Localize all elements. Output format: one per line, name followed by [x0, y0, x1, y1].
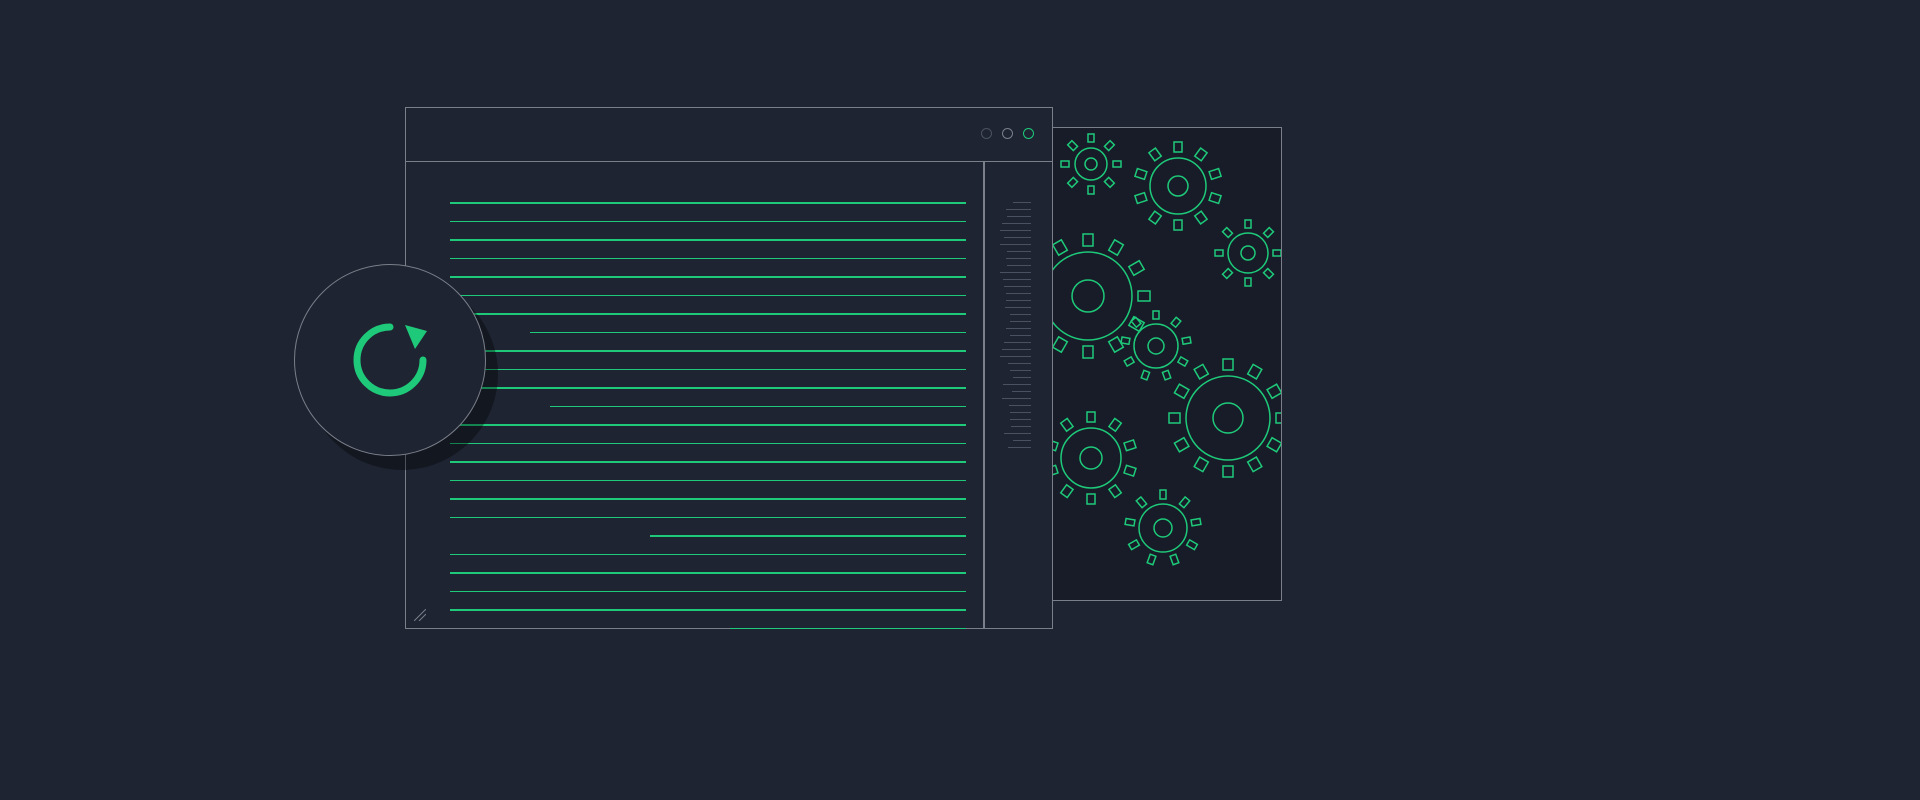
gear-icon	[1169, 359, 1282, 477]
gear-panel	[1052, 127, 1282, 601]
gear-icon	[1135, 142, 1221, 230]
code-lines	[450, 202, 966, 646]
window-control-icon	[1002, 128, 1013, 139]
gear-icon	[1061, 134, 1121, 194]
resize-handle-icon	[414, 608, 426, 620]
gear-icon	[1125, 490, 1201, 565]
gear-icon	[1121, 311, 1191, 380]
gear-icon	[1215, 220, 1281, 286]
code-editor-window	[405, 107, 1053, 629]
refresh-badge	[294, 264, 486, 456]
minimap	[999, 202, 1031, 454]
editor-divider	[983, 162, 985, 628]
window-controls	[981, 128, 1034, 139]
gear-icon	[1053, 412, 1136, 504]
refresh-icon	[345, 315, 435, 405]
window-control-icon	[1023, 128, 1034, 139]
gears-illustration	[1053, 128, 1282, 601]
window-titlebar	[406, 108, 1052, 162]
window-control-icon	[981, 128, 992, 139]
